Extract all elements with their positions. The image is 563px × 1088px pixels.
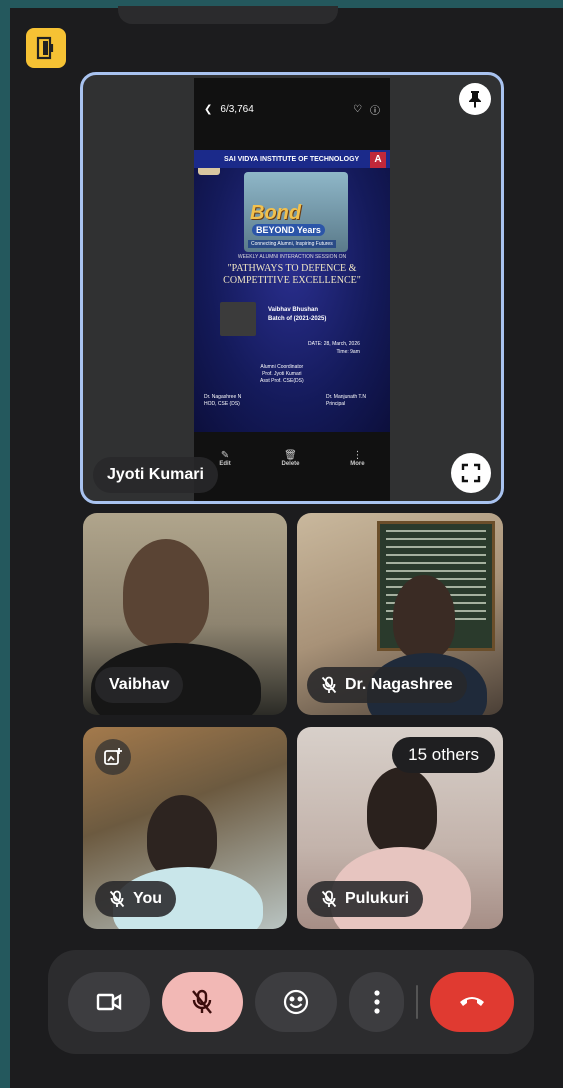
participant-name: Pulukuri bbox=[345, 890, 410, 907]
fullscreen-icon[interactable] bbox=[451, 453, 491, 493]
event-time: Time: 9am bbox=[336, 349, 360, 355]
principal-role: Principal bbox=[326, 401, 346, 407]
door-exit-icon[interactable] bbox=[26, 28, 66, 68]
participant-video bbox=[367, 767, 437, 855]
speaker-batch: Batch of (2021-2025) bbox=[268, 316, 327, 322]
participant-video bbox=[123, 539, 209, 647]
gallery-topbar: ❮ 6/3,764 ♡ ⓘ bbox=[194, 78, 390, 140]
participant-tile-pulukuri[interactable]: 15 others Pulukuri bbox=[297, 727, 503, 929]
more-options-button[interactable] bbox=[348, 972, 405, 1032]
event-datetime: DATE: 28, March, 2026 Time: 9am bbox=[308, 340, 360, 356]
end-call-button[interactable] bbox=[430, 972, 514, 1032]
speaker-photo bbox=[220, 302, 256, 336]
bond-logo: Bond BEYOND Years Connecting Alumni, Ins… bbox=[244, 172, 348, 252]
session-label: WEEKLY ALUMNI INTERACTION SESSION ON bbox=[237, 254, 347, 260]
principal-info: Dr. Manjunath T.N Principal bbox=[326, 394, 366, 408]
participant-tile-vaibhav[interactable]: Vaibhav bbox=[83, 513, 287, 715]
meeting-screen: ❮ 6/3,764 ♡ ⓘ SAI VIDYA INSTITUTE OF TEC… bbox=[10, 6, 563, 1088]
delete-action: 🗑 Delete bbox=[281, 450, 300, 467]
coordinator-label: Alumni Coordinator bbox=[260, 364, 304, 370]
mic-off-icon bbox=[109, 890, 125, 908]
image-counter: 6/3,764 bbox=[220, 103, 254, 115]
reactions-button[interactable] bbox=[255, 972, 337, 1032]
participant-name-chip: You bbox=[95, 881, 177, 917]
video-camera-icon bbox=[96, 993, 121, 1011]
more-vertical-icon bbox=[373, 990, 380, 1014]
mic-off-icon bbox=[321, 890, 337, 908]
coordinator-role: Asst Prof. CSE(DS) bbox=[260, 378, 304, 384]
participant-name: Vaibhav bbox=[109, 676, 170, 693]
bond-tagline: Connecting Alumni, Inspiring Futures bbox=[248, 240, 336, 248]
event-date: DATE: 28, March, 2026 bbox=[308, 341, 360, 347]
trash-icon: 🗑 bbox=[284, 450, 297, 461]
bond-title: Bond bbox=[250, 202, 302, 224]
mic-toggle-button[interactable] bbox=[161, 972, 244, 1032]
others-count-badge[interactable]: 15 others bbox=[392, 737, 495, 773]
hod-name: Dr. Nagashree N bbox=[204, 394, 242, 400]
principal-name: Dr. Manjunath T.N bbox=[326, 394, 366, 400]
participant-name-chip: Dr. Nagashree bbox=[307, 667, 467, 703]
pin-icon[interactable] bbox=[459, 83, 491, 115]
edit-icon: ✎ bbox=[220, 450, 230, 461]
emoji-icon bbox=[283, 989, 309, 1015]
participant-tile-nagashree[interactable]: Dr. Nagashree bbox=[297, 513, 503, 715]
participant-video bbox=[393, 575, 455, 659]
gallery-actions: ✎ Edit 🗑 Delete ⋮ More bbox=[194, 450, 390, 480]
participant-tile-you[interactable]: You bbox=[83, 727, 287, 929]
poster-institute: SAI VIDYA INSTITUTE OF TECHNOLOGY bbox=[194, 150, 390, 168]
event-poster: SAI VIDYA INSTITUTE OF TECHNOLOGY A Bond… bbox=[194, 150, 390, 432]
controls-divider bbox=[416, 985, 419, 1019]
hod-info: Dr. Nagashree N HOD, CSE (DS) bbox=[204, 394, 241, 408]
presenter-name-chip: Jyoti Kumari bbox=[93, 457, 218, 493]
coordinator-name: Prof. Jyoti Kumari bbox=[262, 371, 302, 377]
shared-screen: ❮ 6/3,764 ♡ ⓘ SAI VIDYA INSTITUTE OF TEC… bbox=[194, 78, 390, 501]
participant-name-chip: Pulukuri bbox=[307, 881, 424, 917]
speaker-name: Vaibhav Bhushan bbox=[268, 307, 319, 313]
edit-action: ✎ Edit bbox=[219, 450, 231, 467]
more-action: ⋮ More bbox=[350, 450, 365, 467]
participant-name: You bbox=[133, 890, 163, 907]
call-end-icon bbox=[460, 997, 485, 1006]
more-vertical-icon: ⋮ bbox=[352, 450, 363, 461]
session-title: "PATHWAYS TO DEFENCE & COMPETITIVE EXCEL… bbox=[223, 263, 361, 286]
heart-icon: ♡ bbox=[353, 103, 362, 115]
presenter-tile[interactable]: ❮ 6/3,764 ♡ ⓘ SAI VIDYA INSTITUTE OF TEC… bbox=[80, 72, 504, 504]
call-controls-bar bbox=[48, 950, 534, 1054]
mic-off-icon bbox=[321, 676, 337, 694]
institute-logo: A bbox=[370, 152, 386, 168]
participant-name: Dr. Nagashree bbox=[345, 676, 453, 693]
coordinator-info: Alumni Coordinator Prof. Jyoti Kumari As… bbox=[260, 364, 304, 385]
info-icon: ⓘ bbox=[370, 105, 380, 117]
bond-subtitle: BEYOND Years bbox=[252, 224, 325, 236]
add-effects-icon[interactable] bbox=[95, 739, 131, 775]
status-notch bbox=[118, 6, 338, 24]
camera-toggle-button[interactable] bbox=[68, 972, 150, 1032]
presenter-name: Jyoti Kumari bbox=[107, 466, 204, 483]
speaker-info: Vaibhav Bhushan Batch of (2021-2025) bbox=[268, 306, 326, 324]
hod-role: HOD, CSE (DS) bbox=[204, 401, 240, 407]
mic-off-icon bbox=[192, 989, 213, 1014]
participant-name-chip: Vaibhav bbox=[95, 667, 184, 703]
back-icon: ❮ bbox=[204, 103, 213, 115]
